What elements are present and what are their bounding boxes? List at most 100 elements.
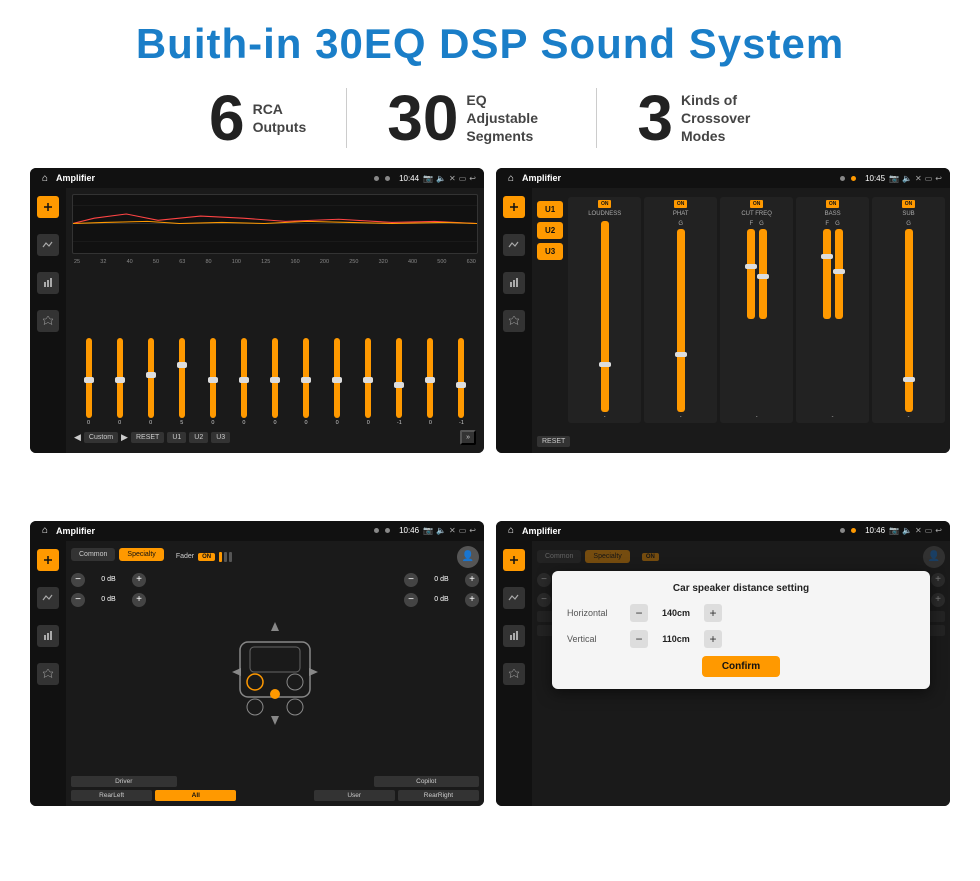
vertical-plus[interactable]: + (704, 630, 722, 648)
slider-track-4[interactable] (179, 338, 185, 418)
phat-fader[interactable] (677, 229, 685, 412)
slider-track-8[interactable] (303, 338, 309, 418)
slider-thumb-3[interactable] (146, 372, 156, 378)
fr-minus[interactable]: − (404, 573, 418, 587)
fader-on-badge[interactable]: ON (198, 553, 215, 561)
bass-on[interactable]: ON (826, 200, 840, 208)
rr-plus[interactable]: + (465, 593, 479, 607)
slider-thumb-1[interactable] (84, 377, 94, 383)
bass-g-thumb[interactable] (833, 269, 845, 274)
all-btn[interactable]: All (155, 790, 236, 801)
driver-btn[interactable]: Driver (71, 776, 177, 787)
xo-sidebar-btn-3[interactable] (503, 272, 525, 294)
eq-sidebar-btn-3[interactable] (37, 272, 59, 294)
xo-sidebar-btn-2[interactable] (503, 234, 525, 256)
xo-reset-btn[interactable]: RESET (537, 436, 570, 447)
sp-tab-specialty[interactable]: Specialty (119, 548, 163, 561)
slider-track-13[interactable] (458, 338, 464, 418)
slider-track-10[interactable] (365, 338, 371, 418)
sub-on[interactable]: ON (902, 200, 916, 208)
eq-custom-btn[interactable]: Custom (84, 432, 118, 443)
eq-more-btn[interactable]: » (460, 430, 476, 445)
eq-prev-btn[interactable]: ◀ (74, 432, 81, 443)
close-icon-1: ✕ (449, 174, 456, 183)
ds-sidebar-btn-2[interactable] (503, 587, 525, 609)
slider-thumb-2[interactable] (115, 377, 125, 383)
slider-track-6[interactable] (241, 338, 247, 418)
stat-crossover-text: Kinds ofCrossover Modes (681, 91, 771, 146)
slider-track-11[interactable] (396, 338, 402, 418)
slider-thumb-12[interactable] (425, 377, 435, 383)
loudness-fader[interactable] (601, 221, 609, 412)
slider-track-9[interactable] (334, 338, 340, 418)
horizontal-plus[interactable]: + (704, 604, 722, 622)
loudness-on[interactable]: ON (598, 200, 612, 208)
sp-sidebar-btn-1[interactable] (37, 549, 59, 571)
eq-sidebar-btn-1[interactable] (37, 196, 59, 218)
bass-fader-g[interactable] (835, 229, 843, 319)
eq-reset-btn[interactable]: RESET (131, 432, 164, 443)
xo-sidebar-btn-4[interactable] (503, 310, 525, 332)
ds-sidebar-btn-4[interactable] (503, 663, 525, 685)
slider-thumb-6[interactable] (239, 377, 249, 383)
cutfreq-fader-f[interactable] (747, 229, 755, 319)
eq-sidebar-btn-4[interactable] (37, 310, 59, 332)
rl-minus[interactable]: − (71, 593, 85, 607)
loudness-thumb[interactable] (599, 362, 611, 367)
fl-minus[interactable]: − (71, 573, 85, 587)
slider-thumb-5[interactable] (208, 377, 218, 383)
xo-sidebar-btn-1[interactable] (503, 196, 525, 218)
xo-preset-u3[interactable]: U3 (537, 243, 563, 260)
slider-thumb-10[interactable] (363, 377, 373, 383)
rearleft-btn[interactable]: RearLeft (71, 790, 152, 801)
sub-fader[interactable] (905, 229, 913, 412)
ds-sidebar-btn-1[interactable] (503, 549, 525, 571)
slider-thumb-8[interactable] (301, 377, 311, 383)
sp-sidebar-btn-2[interactable] (37, 587, 59, 609)
slider-thumb-7[interactable] (270, 377, 280, 383)
sub-thumb[interactable] (903, 377, 915, 382)
slider-track-12[interactable] (427, 338, 433, 418)
sp-bottom-row1: Driver Copilot (71, 776, 479, 787)
copilot-btn[interactable]: Copilot (374, 776, 480, 787)
phat-on[interactable]: ON (674, 200, 688, 208)
rl-plus[interactable]: + (132, 593, 146, 607)
xo-preset-u1[interactable]: U1 (537, 201, 563, 218)
rr-minus[interactable]: − (404, 593, 418, 607)
rearright-btn[interactable]: RearRight (398, 790, 479, 801)
slider-track-2[interactable] (117, 338, 123, 418)
cutfreq-fader-g[interactable] (759, 229, 767, 319)
confirm-button[interactable]: Confirm (702, 656, 780, 677)
ds-sidebar-btn-3[interactable] (503, 625, 525, 647)
eq-play-btn[interactable]: ▶ (121, 432, 128, 443)
slider-track-7[interactable] (272, 338, 278, 418)
sp-sidebar-btn-4[interactable] (37, 663, 59, 685)
horizontal-minus[interactable]: − (630, 604, 648, 622)
user-btn[interactable]: User (314, 790, 395, 801)
bass-fader-f[interactable] (823, 229, 831, 319)
cutfreq-g-thumb[interactable] (757, 274, 769, 279)
slider-thumb-13[interactable] (456, 382, 466, 388)
slider-thumb-11[interactable] (394, 382, 404, 388)
phat-thumb[interactable] (675, 352, 687, 357)
fr-plus[interactable]: + (465, 573, 479, 587)
cutfreq-f-thumb[interactable] (745, 264, 757, 269)
bass-f-thumb[interactable] (821, 254, 833, 259)
xo-preset-u2[interactable]: U2 (537, 222, 563, 239)
slider-track-3[interactable] (148, 338, 154, 418)
eq-u3-btn[interactable]: U3 (211, 432, 230, 443)
eq-u2-btn[interactable]: U2 (189, 432, 208, 443)
slider-thumb-4[interactable] (177, 362, 187, 368)
cutfreq-on[interactable]: ON (750, 200, 764, 208)
fl-plus[interactable]: + (132, 573, 146, 587)
sp-sidebar-btn-3[interactable] (37, 625, 59, 647)
sp-tab-common[interactable]: Common (71, 548, 115, 561)
slider-track-1[interactable] (86, 338, 92, 418)
eq-sidebar-btn-2[interactable] (37, 234, 59, 256)
user-icon[interactable]: 👤 (457, 546, 479, 568)
eq-u1-btn[interactable]: U1 (167, 432, 186, 443)
slider-thumb-9[interactable] (332, 377, 342, 383)
sub-label: SUB (902, 211, 914, 217)
slider-track-5[interactable] (210, 338, 216, 418)
vertical-minus[interactable]: − (630, 630, 648, 648)
